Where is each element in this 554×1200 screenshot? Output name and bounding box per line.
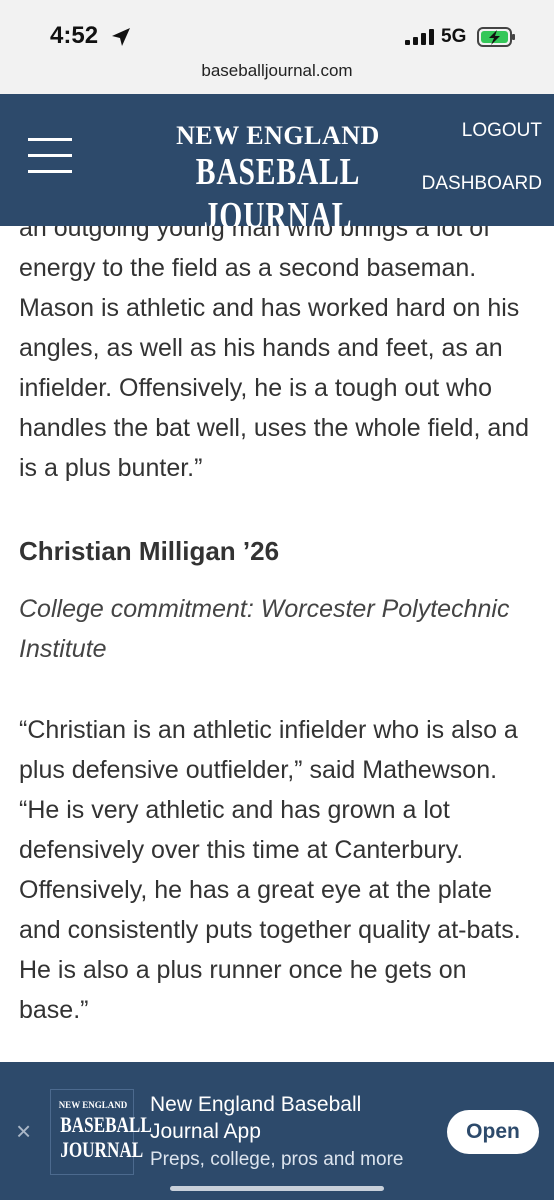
signal-strength-icon	[405, 29, 434, 45]
dashboard-link[interactable]: DASHBOARD	[422, 173, 542, 195]
open-app-button[interactable]: Open	[447, 1110, 539, 1154]
player-heading: Christian Milligan ’26	[19, 536, 280, 566]
article-paragraph: “Christian is an athletic infielder who …	[19, 716, 521, 1024]
menu-icon[interactable]	[28, 138, 72, 174]
logout-link[interactable]: LOGOUT	[462, 120, 542, 142]
home-indicator[interactable]	[170, 1186, 384, 1191]
app-logo-line2: BASEBALL	[60, 1112, 152, 1137]
app-subtitle: Preps, college, pros and more	[150, 1149, 404, 1170]
url-text: baseballjournal.com	[201, 61, 353, 80]
site-header: NEW ENGLAND BASEBALL JOURNAL LOGOUT DASH…	[0, 94, 554, 237]
app-logo-line1: NEW ENGLAND	[58, 1100, 128, 1110]
partial-line: an outgoing young man who brings a lot o…	[19, 226, 491, 242]
clock: 4:52	[50, 22, 99, 49]
battery-charging-icon	[477, 27, 515, 47]
app-logo: NEW ENGLAND BASEBALL JOURNAL	[50, 1089, 152, 1175]
close-icon[interactable]: ×	[16, 1116, 31, 1147]
site-logo-bottom[interactable]: BASEBALL JOURNAL	[183, 150, 373, 238]
article-body: an outgoing young man who brings a lot o…	[19, 226, 539, 1062]
network-type: 5G	[441, 26, 467, 47]
article-paragraph: an outgoing young man who brings a lot o…	[19, 226, 539, 488]
url-bar[interactable]: baseballjournal.com	[0, 60, 554, 94]
app-logo-line3: JOURNAL	[60, 1137, 144, 1162]
paragraph-text: energy to the field as a second baseman.…	[19, 254, 530, 482]
location-arrow-icon	[112, 28, 130, 46]
status-bar: 4:52 5G	[0, 0, 554, 60]
app-title: New England Baseball Journal App	[150, 1093, 362, 1143]
site-logo-top[interactable]: NEW ENGLAND	[156, 121, 400, 151]
app-promo-banner: × NEW ENGLAND BASEBALL JOURNAL New Engla…	[0, 1062, 554, 1200]
college-commitment: College commitment: Worcester Polytechni…	[19, 595, 510, 663]
